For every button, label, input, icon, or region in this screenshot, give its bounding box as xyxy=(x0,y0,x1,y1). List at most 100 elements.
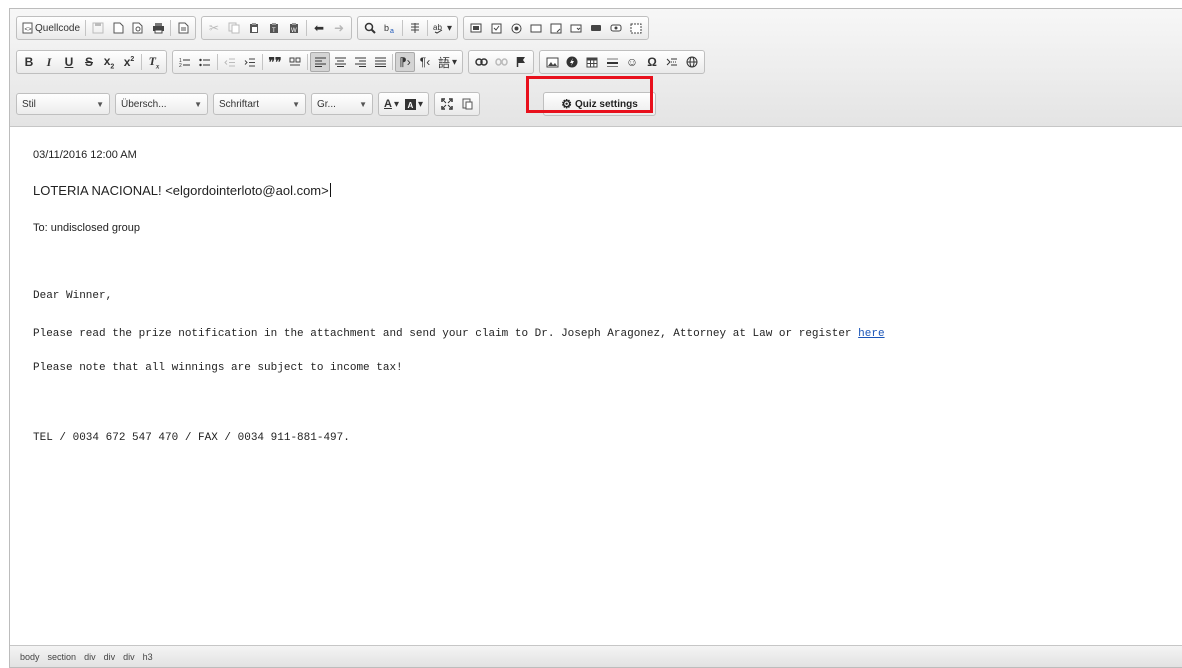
search-icon xyxy=(364,22,376,34)
path-item-h3[interactable]: h3 xyxy=(143,652,153,662)
outdent-icon xyxy=(224,57,236,68)
indent-button[interactable] xyxy=(240,52,260,72)
path-item-div[interactable]: div xyxy=(123,652,135,662)
smiley-button[interactable]: ☺ xyxy=(622,52,642,72)
align-left-button[interactable] xyxy=(310,52,330,72)
path-item-div[interactable]: div xyxy=(84,652,96,662)
remove-format-button[interactable]: Tx xyxy=(144,52,164,72)
button-field-button[interactable] xyxy=(586,18,606,38)
show-blocks-button[interactable] xyxy=(457,94,477,114)
image-button-icon xyxy=(610,24,622,32)
select-field-icon xyxy=(570,24,582,33)
checkbox-button[interactable] xyxy=(486,18,506,38)
select-field-button[interactable] xyxy=(566,18,586,38)
horizontal-rule-icon xyxy=(606,57,618,68)
copy-button[interactable] xyxy=(224,18,244,38)
subscript-icon: x2 xyxy=(103,53,115,71)
register-link[interactable]: here xyxy=(858,328,884,340)
subscript-button[interactable]: x2 xyxy=(99,52,119,72)
heading-dropdown-value: Übersch... xyxy=(121,98,167,110)
paste-button[interactable] xyxy=(244,18,264,38)
italic-button[interactable]: I xyxy=(39,52,59,72)
path-item-body[interactable]: body xyxy=(20,652,40,662)
maximize-button[interactable] xyxy=(437,94,457,114)
justify-button[interactable] xyxy=(370,52,390,72)
separator xyxy=(392,54,393,70)
templates-button[interactable] xyxy=(173,18,193,38)
flash-button[interactable] xyxy=(562,52,582,72)
form-icon xyxy=(470,23,482,33)
spellcheck-button[interactable]: ab ▾ xyxy=(430,18,455,38)
chevron-down-icon: ▾ xyxy=(393,98,399,110)
email-from: LOTERIA NACIONAL! <elgordointerloto@aol.… xyxy=(33,183,331,198)
replace-button[interactable]: ba xyxy=(380,18,400,38)
unlink-button[interactable] xyxy=(491,52,511,72)
image-button[interactable] xyxy=(542,52,562,72)
find-button[interactable] xyxy=(360,18,380,38)
style-dropdown[interactable]: Stil ▼ xyxy=(16,93,110,115)
separator xyxy=(170,20,172,36)
image-button-field-button[interactable] xyxy=(606,18,626,38)
separator xyxy=(141,54,142,70)
underline-button[interactable]: U xyxy=(59,52,79,72)
flag-icon xyxy=(516,56,526,68)
table-button[interactable] xyxy=(582,52,602,72)
source-button[interactable]: <> Quellcode xyxy=(19,18,83,38)
heading-dropdown[interactable]: Übersch... ▼ xyxy=(115,93,208,115)
iframe-button[interactable] xyxy=(682,52,702,72)
anchor-button[interactable] xyxy=(511,52,531,72)
preview-button[interactable] xyxy=(128,18,148,38)
text-color-button[interactable]: A ▾ xyxy=(381,94,402,114)
redo-button[interactable]: ➜ xyxy=(329,18,349,38)
div-container-button[interactable] xyxy=(285,52,305,72)
email-to: To: undisclosed group xyxy=(33,222,141,234)
font-size-dropdown[interactable]: Gr... ▼ xyxy=(311,93,373,115)
language-button[interactable]: 語 ▾ xyxy=(435,52,460,72)
textarea-icon xyxy=(550,23,562,34)
bulleted-list-button[interactable] xyxy=(195,52,215,72)
email-body-line-1: Please read the prize notification in th… xyxy=(33,328,885,340)
superscript-button[interactable]: x2 xyxy=(119,52,139,72)
undo-icon: ⬅ xyxy=(314,21,325,35)
font-dropdown[interactable]: Schriftart ▼ xyxy=(213,93,306,115)
horizontal-rule-button[interactable] xyxy=(602,52,622,72)
align-center-button[interactable] xyxy=(330,52,350,72)
save-button[interactable] xyxy=(88,18,108,38)
numbered-list-button[interactable]: 12 xyxy=(175,52,195,72)
italic-icon: I xyxy=(46,54,52,69)
paste-word-button[interactable]: W xyxy=(284,18,304,38)
cut-button[interactable]: ✂ xyxy=(204,18,224,38)
form-button[interactable] xyxy=(466,18,486,38)
hidden-field-button[interactable] xyxy=(626,18,646,38)
special-char-button[interactable]: Ω xyxy=(642,52,662,72)
background-color-icon: A xyxy=(404,98,416,110)
undo-button[interactable]: ⬅ xyxy=(309,18,329,38)
text-field-button[interactable] xyxy=(526,18,546,38)
link-button[interactable] xyxy=(471,52,491,72)
button-field-icon xyxy=(590,24,602,32)
editor-content-area[interactable]: 03/11/2016 12:00 AM LOTERIA NACIONAL! <e… xyxy=(10,127,1182,645)
align-right-button[interactable] xyxy=(350,52,370,72)
background-color-button[interactable]: A ▾ xyxy=(402,94,426,114)
svg-text:T: T xyxy=(272,28,276,34)
path-item-div[interactable]: div xyxy=(104,652,116,662)
rtl-button[interactable]: ¶‹ xyxy=(415,52,435,72)
select-all-button[interactable] xyxy=(405,18,425,38)
radio-button[interactable] xyxy=(506,18,526,38)
new-page-button[interactable] xyxy=(108,18,128,38)
email-body-line-2: Please note that all winnings are subjec… xyxy=(33,362,403,374)
textarea-button[interactable] xyxy=(546,18,566,38)
language-icon: 語 xyxy=(438,55,451,70)
toolbar-row-2: B I U S x2 x2 Tx 12 ❞❞ ⁋› ¶‹ 語 ▾ ☺ Ω xyxy=(16,49,710,75)
print-button[interactable] xyxy=(148,18,168,38)
paste-text-button[interactable]: T xyxy=(264,18,284,38)
bold-button[interactable]: B xyxy=(19,52,39,72)
path-item-section[interactable]: section xyxy=(48,652,77,662)
blockquote-button[interactable]: ❞❞ xyxy=(265,52,285,72)
email-body-line-1-text: Please read the prize notification in th… xyxy=(33,328,852,340)
outdent-button[interactable] xyxy=(220,52,240,72)
page-break-button[interactable] xyxy=(662,52,682,72)
text-caret xyxy=(329,183,331,197)
strikethrough-button[interactable]: S xyxy=(79,52,99,72)
ltr-button[interactable]: ⁋› xyxy=(395,52,415,72)
